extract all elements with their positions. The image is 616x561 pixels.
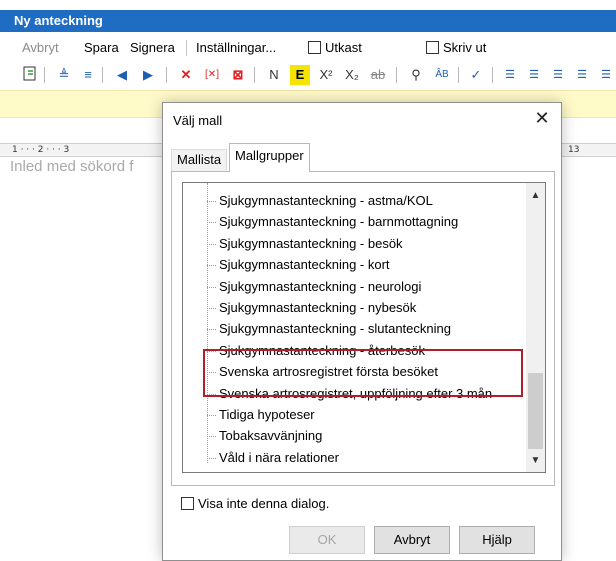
dialog-title: Välj mall xyxy=(173,113,223,128)
tab-mallista[interactable]: Mallista xyxy=(171,149,228,171)
list-more-icon[interactable]: ☰ xyxy=(596,65,616,85)
arrow-right-icon[interactable]: ▶ xyxy=(138,65,158,85)
binoculars-icon[interactable]: ⚲ xyxy=(406,65,426,85)
delete-icon[interactable]: ✕ xyxy=(176,65,196,85)
skriv-ut-checkbox-item[interactable]: Skriv ut xyxy=(426,40,486,55)
tree-connector xyxy=(207,415,216,416)
utkast-label: Utkast xyxy=(325,40,362,55)
scroll-up-icon[interactable]: ▲ xyxy=(526,187,545,205)
arrow-left-icon[interactable]: ◀ xyxy=(112,65,132,85)
menu-installningar[interactable]: Inställningar... xyxy=(196,40,276,55)
template-list-item[interactable]: Sjukgymnastanteckning - neurologi xyxy=(219,276,421,297)
normal-format-button[interactable]: N xyxy=(264,65,284,85)
tree-connector xyxy=(207,201,216,202)
template-list-item[interactable]: Sjukgymnastanteckning - nybesök xyxy=(219,297,416,318)
tree-line xyxy=(207,183,208,463)
scroll-thumb[interactable] xyxy=(528,373,543,449)
dont-show-option[interactable]: Visa inte denna dialog. xyxy=(181,496,329,511)
delete-box-icon[interactable]: ⊠ xyxy=(228,65,248,85)
scroll-down-icon[interactable]: ▼ xyxy=(526,452,545,470)
tree-connector xyxy=(207,436,216,438)
indent-icon[interactable]: ☰ xyxy=(500,65,520,85)
menu-spara[interactable]: Spara xyxy=(84,40,119,55)
template-list-item[interactable]: Sjukgymnastanteckning - kort xyxy=(219,254,390,275)
subscript-button[interactable]: X₂ xyxy=(342,65,362,85)
template-list-item[interactable]: Tobaksavvänjning xyxy=(219,425,322,446)
superscript-button[interactable]: X² xyxy=(316,65,336,85)
menu-bar: Avbryt Spara Signera Inställningar... Ut… xyxy=(0,36,616,60)
window-title: Ny anteckning xyxy=(14,13,103,28)
formatting-toolbar: ≜ ≡ ◀ ▶ ✕ [✕] ⊠ N E X² X₂ ab ⚲ ÂB ✓ ☰ ☰ … xyxy=(0,62,616,88)
menu-avbryt[interactable]: Avbryt xyxy=(22,40,59,55)
menu-separator xyxy=(186,40,187,56)
new-document-icon[interactable] xyxy=(20,65,40,85)
close-icon[interactable]: ✕ xyxy=(531,107,553,129)
template-list-item[interactable]: Våld i nära relationer xyxy=(219,447,339,468)
cancel-button[interactable]: Avbryt xyxy=(374,526,450,554)
tree-connector xyxy=(207,265,216,267)
vertical-scrollbar[interactable]: ▲ ▼ xyxy=(526,183,545,472)
template-list-item[interactable]: Tidiga hypoteser xyxy=(219,404,315,425)
outdent-icon[interactable]: ☰ xyxy=(524,65,544,85)
strikethrough-button[interactable]: ab xyxy=(368,65,388,85)
tree-connector xyxy=(207,243,216,245)
spellcheck-icon[interactable]: ✓ xyxy=(466,65,486,85)
utkast-checkbox-item[interactable]: Utkast xyxy=(308,40,362,55)
editor-placeholder[interactable]: Inled med sökord f xyxy=(10,158,133,175)
tree-connector xyxy=(207,457,216,459)
menu-signera[interactable]: Signera xyxy=(130,40,175,55)
tree-connector xyxy=(207,308,216,309)
move-up-icon[interactable]: ≜ xyxy=(54,65,74,85)
annotation-highlight-box xyxy=(203,349,523,397)
ok-button[interactable]: OK xyxy=(289,526,365,554)
skriv-ut-checkbox[interactable] xyxy=(426,41,439,54)
dont-show-label: Visa inte denna dialog. xyxy=(198,496,330,511)
list-down-icon[interactable]: ☰ xyxy=(572,65,592,85)
template-list-item[interactable]: Sjukgymnastanteckning - slutanteckning xyxy=(219,318,451,339)
window-title-bar: Ny anteckning xyxy=(0,10,616,32)
list-up-icon[interactable]: ☰ xyxy=(548,65,568,85)
emphasis-format-button[interactable]: E xyxy=(290,65,310,85)
ruler-right-marks: 13 xyxy=(568,145,580,155)
template-list-item[interactable]: Sjukgymnastanteckning - barnmottagning xyxy=(219,211,458,232)
tab-panel: Sjukgymnastanteckning - astma/KOL Sjukgym… xyxy=(171,171,555,486)
utkast-checkbox[interactable] xyxy=(308,41,321,54)
tree-connector xyxy=(207,329,216,331)
tab-mallgrupper[interactable]: Mallgrupper xyxy=(229,143,310,172)
template-tree-list[interactable]: Sjukgymnastanteckning - astma/KOL Sjukgym… xyxy=(182,182,546,473)
template-list-item[interactable]: Sjukgymnastanteckning - besök xyxy=(219,233,403,254)
ruler-left-marks: 1 · · · 2 · · · 3 xyxy=(12,145,70,155)
tree-connector xyxy=(207,222,216,224)
replace-icon[interactable]: ÂB xyxy=(432,65,452,85)
choose-template-dialog: Välj mall ✕ Mallista Mallgrupper Sjukgym… xyxy=(162,102,562,561)
skriv-ut-label: Skriv ut xyxy=(443,40,487,55)
delete-bracket-icon[interactable]: [✕] xyxy=(202,65,222,85)
template-list-item[interactable]: Sjukgymnastanteckning - astma/KOL xyxy=(219,190,433,211)
move-down-icon[interactable]: ≡ xyxy=(78,65,98,85)
help-button[interactable]: Hjälp xyxy=(459,526,535,554)
tree-connector xyxy=(207,286,216,288)
dont-show-checkbox[interactable] xyxy=(181,497,194,510)
